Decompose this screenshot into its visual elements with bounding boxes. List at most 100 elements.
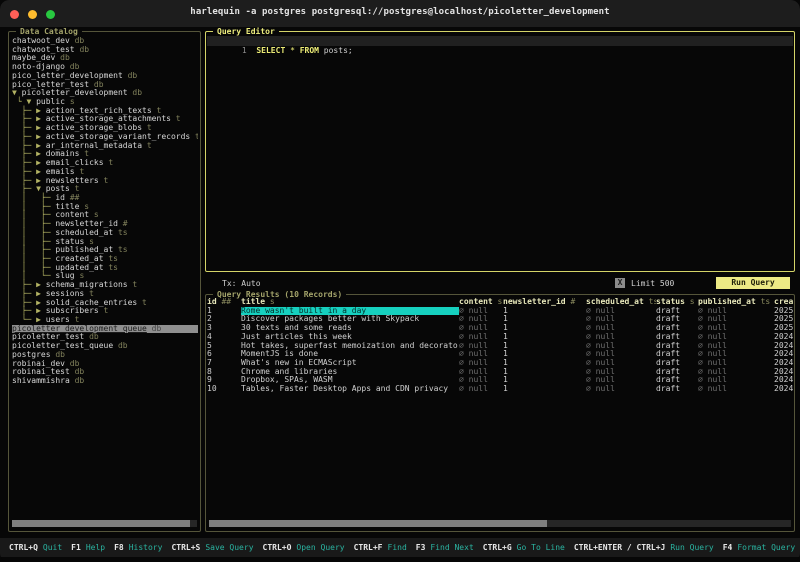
result-cell-published_at[interactable]: ∅ null <box>698 324 774 333</box>
result-cell-crea[interactable]: 2024 <box>774 385 795 394</box>
result-cell-title[interactable]: Dropbox, SPAs, WASM <box>241 376 459 385</box>
catalog-horizontal-scrollbar[interactable] <box>12 520 197 527</box>
result-cell-published_at[interactable]: ∅ null <box>698 359 774 368</box>
shortcut-help[interactable]: F1Help <box>71 543 105 552</box>
column-header-scheduled_at[interactable]: scheduled_at ts <box>586 298 656 307</box>
result-cell-newsletter_id[interactable]: 1 <box>503 376 586 385</box>
result-cell-crea[interactable]: 2025 <box>774 315 795 324</box>
shortcut-format-query[interactable]: F4Format Query <box>723 543 795 552</box>
result-cell-status[interactable]: draft <box>656 376 698 385</box>
result-cell-scheduled_at[interactable]: ∅ null <box>586 342 656 351</box>
result-cell-published_at[interactable]: ∅ null <box>698 376 774 385</box>
catalog-item[interactable]: shivammishra db <box>12 377 198 386</box>
result-cell-title[interactable]: Discover packages better with Skypack <box>241 315 459 324</box>
result-cell-published_at[interactable]: ∅ null <box>698 342 774 351</box>
result-cell-newsletter_id[interactable]: 1 <box>503 315 586 324</box>
column-header-newsletter_id[interactable]: newsletter_id # <box>503 298 586 307</box>
result-cell-newsletter_id[interactable]: 1 <box>503 350 586 359</box>
result-cell-status[interactable]: draft <box>656 307 698 316</box>
column-header-status[interactable]: status s <box>656 298 698 307</box>
result-cell-title[interactable]: MomentJS is done <box>241 350 459 359</box>
result-cell-published_at[interactable]: ∅ null <box>698 315 774 324</box>
column-header-published_at[interactable]: published_at ts <box>698 298 774 307</box>
result-cell-scheduled_at[interactable]: ∅ null <box>586 350 656 359</box>
result-cell-scheduled_at[interactable]: ∅ null <box>586 376 656 385</box>
shortcut-find[interactable]: CTRL+FFind <box>354 543 407 552</box>
result-cell-crea[interactable]: 2024 <box>774 342 795 351</box>
result-cell-status[interactable]: draft <box>656 359 698 368</box>
result-cell-title[interactable]: Chrome and libraries <box>241 368 459 377</box>
result-cell-id[interactable]: 3 <box>207 324 241 333</box>
result-cell-published_at[interactable]: ∅ null <box>698 385 774 394</box>
result-cell-newsletter_id[interactable]: 1 <box>503 342 586 351</box>
result-cell-newsletter_id[interactable]: 1 <box>503 368 586 377</box>
column-header-title[interactable]: title s <box>241 298 459 307</box>
result-cell-id[interactable]: 2 <box>207 315 241 324</box>
result-cell-content[interactable]: ∅ null <box>459 342 503 351</box>
result-cell-scheduled_at[interactable]: ∅ null <box>586 385 656 394</box>
result-cell-crea[interactable]: 2024 <box>774 350 795 359</box>
result-cell-scheduled_at[interactable]: ∅ null <box>586 333 656 342</box>
result-cell-title[interactable]: 30 texts and some reads <box>241 324 459 333</box>
column-header-content[interactable]: content s <box>459 298 503 307</box>
result-cell-content[interactable]: ∅ null <box>459 385 503 394</box>
result-cell-published_at[interactable]: ∅ null <box>698 350 774 359</box>
result-cell-id[interactable]: 1 <box>207 307 241 316</box>
result-cell-content[interactable]: ∅ null <box>459 315 503 324</box>
result-cell-status[interactable]: draft <box>656 385 698 394</box>
query-editor-panel[interactable]: Query Editor 1 SELECT * FROM posts; <box>205 31 795 272</box>
result-cell-id[interactable]: 5 <box>207 342 241 351</box>
column-header-id[interactable]: id ## <box>207 298 241 307</box>
result-cell-newsletter_id[interactable]: 1 <box>503 385 586 394</box>
run-query-button[interactable]: Run Query <box>716 277 790 289</box>
result-cell-scheduled_at[interactable]: ∅ null <box>586 315 656 324</box>
result-cell-content[interactable]: ∅ null <box>459 324 503 333</box>
transaction-mode-label[interactable]: Tx: Auto <box>222 279 261 288</box>
result-cell-title[interactable]: What's new in ECMAScript <box>241 359 459 368</box>
result-cell-crea[interactable]: 2024 <box>774 368 795 377</box>
result-cell-id[interactable]: 8 <box>207 368 241 377</box>
result-cell-title[interactable]: Tables, Faster Desktop Apps and CDN priv… <box>241 385 459 394</box>
limit-label[interactable]: Limit 500 <box>631 279 674 288</box>
limit-checkbox[interactable]: X <box>615 278 625 288</box>
result-cell-id[interactable]: 6 <box>207 350 241 359</box>
result-cell-id[interactable]: 10 <box>207 385 241 394</box>
result-cell-title[interactable]: Hot takes, superfast memoization and dec… <box>241 342 459 351</box>
result-cell-scheduled_at[interactable]: ∅ null <box>586 307 656 316</box>
result-cell-content[interactable]: ∅ null <box>459 333 503 342</box>
shortcut-go-to-line[interactable]: CTRL+GGo To Line <box>483 543 565 552</box>
result-cell-crea[interactable]: 2025 <box>774 307 795 316</box>
result-cell-scheduled_at[interactable]: ∅ null <box>586 368 656 377</box>
column-header-crea[interactable]: crea <box>774 298 795 307</box>
shortcut-run-query[interactable]: CTRL+ENTER / CTRL+JRun Query <box>574 543 714 552</box>
shortcut-save-query[interactable]: CTRL+SSave Query <box>171 543 253 552</box>
result-cell-newsletter_id[interactable]: 1 <box>503 333 586 342</box>
result-cell-published_at[interactable]: ∅ null <box>698 333 774 342</box>
result-cell-content[interactable]: ∅ null <box>459 359 503 368</box>
result-cell-content[interactable]: ∅ null <box>459 376 503 385</box>
result-cell-published_at[interactable]: ∅ null <box>698 307 774 316</box>
result-cell-newsletter_id[interactable]: 1 <box>503 307 586 316</box>
result-cell-status[interactable]: draft <box>656 324 698 333</box>
shortcut-find-next[interactable]: F3Find Next <box>416 543 474 552</box>
result-cell-crea[interactable]: 2024 <box>774 376 795 385</box>
shortcut-open-query[interactable]: CTRL+OOpen Query <box>263 543 345 552</box>
result-cell-content[interactable]: ∅ null <box>459 350 503 359</box>
result-cell-newsletter_id[interactable]: 1 <box>503 324 586 333</box>
result-cell-crea[interactable]: 2024 <box>774 359 795 368</box>
shortcut-quit[interactable]: CTRL+QQuit <box>9 543 62 552</box>
result-cell-id[interactable]: 9 <box>207 376 241 385</box>
result-cell-status[interactable]: draft <box>656 342 698 351</box>
result-cell-id[interactable]: 4 <box>207 333 241 342</box>
result-cell-title[interactable]: Just articles this week <box>241 333 459 342</box>
result-cell-published_at[interactable]: ∅ null <box>698 368 774 377</box>
result-cell-status[interactable]: draft <box>656 333 698 342</box>
result-cell-content[interactable]: ∅ null <box>459 307 503 316</box>
result-cell-newsletter_id[interactable]: 1 <box>503 359 586 368</box>
catalog-scroll-thumb[interactable] <box>12 520 190 527</box>
result-cell-status[interactable]: draft <box>656 315 698 324</box>
result-cell-content[interactable]: ∅ null <box>459 368 503 377</box>
result-cell-status[interactable]: draft <box>656 350 698 359</box>
result-cell-crea[interactable]: 2025 <box>774 324 795 333</box>
result-cell-id[interactable]: 7 <box>207 359 241 368</box>
